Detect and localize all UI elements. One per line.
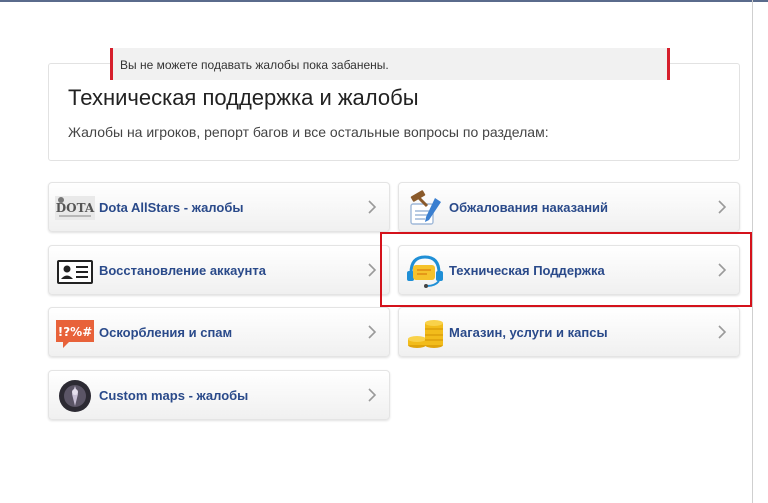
svg-text:!?%#: !?%#	[58, 325, 93, 339]
page-title: Техническая поддержка и жалобы	[68, 85, 419, 110]
swear-symbols-icon: !?%#	[56, 320, 94, 348]
category-label: Обжалования наказаний	[449, 200, 609, 215]
category-label: Восстановление аккаунта	[99, 263, 266, 278]
chevron-right-icon	[368, 388, 377, 402]
category-custom-maps[interactable]: Custom maps - жалобы	[48, 370, 390, 420]
custom-map-icon	[59, 380, 91, 412]
right-divider	[752, 0, 753, 503]
category-label: Магазин, услуги и капсы	[449, 325, 608, 340]
category-label: Техническая Поддержка	[449, 263, 605, 278]
category-technical-support[interactable]: Техническая Поддержка	[398, 245, 740, 295]
category-account-recovery[interactable]: Восстановление аккаунта	[48, 245, 390, 295]
ban-alert: Вы не можете подавать жалобы пока забане…	[110, 48, 670, 80]
svg-text:DOTA: DOTA	[56, 201, 95, 215]
alert-bar-left	[110, 48, 113, 80]
gavel-document-icon	[410, 190, 441, 225]
chevron-right-icon	[368, 263, 377, 277]
chevron-right-icon	[718, 325, 727, 339]
category-label: Оскорбления и спам	[99, 325, 233, 340]
alert-text: Вы не можете подавать жалобы пока забане…	[120, 58, 389, 72]
headset-chat-icon	[407, 255, 443, 288]
category-appeals[interactable]: Обжалования наказаний	[398, 182, 740, 232]
chevron-right-icon	[368, 200, 377, 214]
category-label: Custom maps - жалобы	[99, 388, 249, 403]
category-label: Dota AllStars - жалобы	[99, 200, 244, 215]
dota-logo-icon: DOTA	[55, 196, 95, 220]
chevron-right-icon	[718, 263, 727, 277]
category-dota-allstars[interactable]: DOTA Dota AllStars - жалобы	[48, 182, 390, 232]
id-card-icon	[57, 260, 93, 284]
category-insults-spam[interactable]: !?%# Оскорбления и спам	[48, 307, 390, 357]
page-subtitle: Жалобы на игроков, репорт багов и все ос…	[68, 124, 549, 140]
chevron-right-icon	[368, 325, 377, 339]
chevron-right-icon	[718, 200, 727, 214]
coin-stacks-icon	[408, 320, 443, 348]
alert-bar-right	[667, 48, 670, 80]
category-shop-services[interactable]: Магазин, услуги и капсы	[398, 307, 740, 357]
top-strip	[0, 0, 768, 2]
